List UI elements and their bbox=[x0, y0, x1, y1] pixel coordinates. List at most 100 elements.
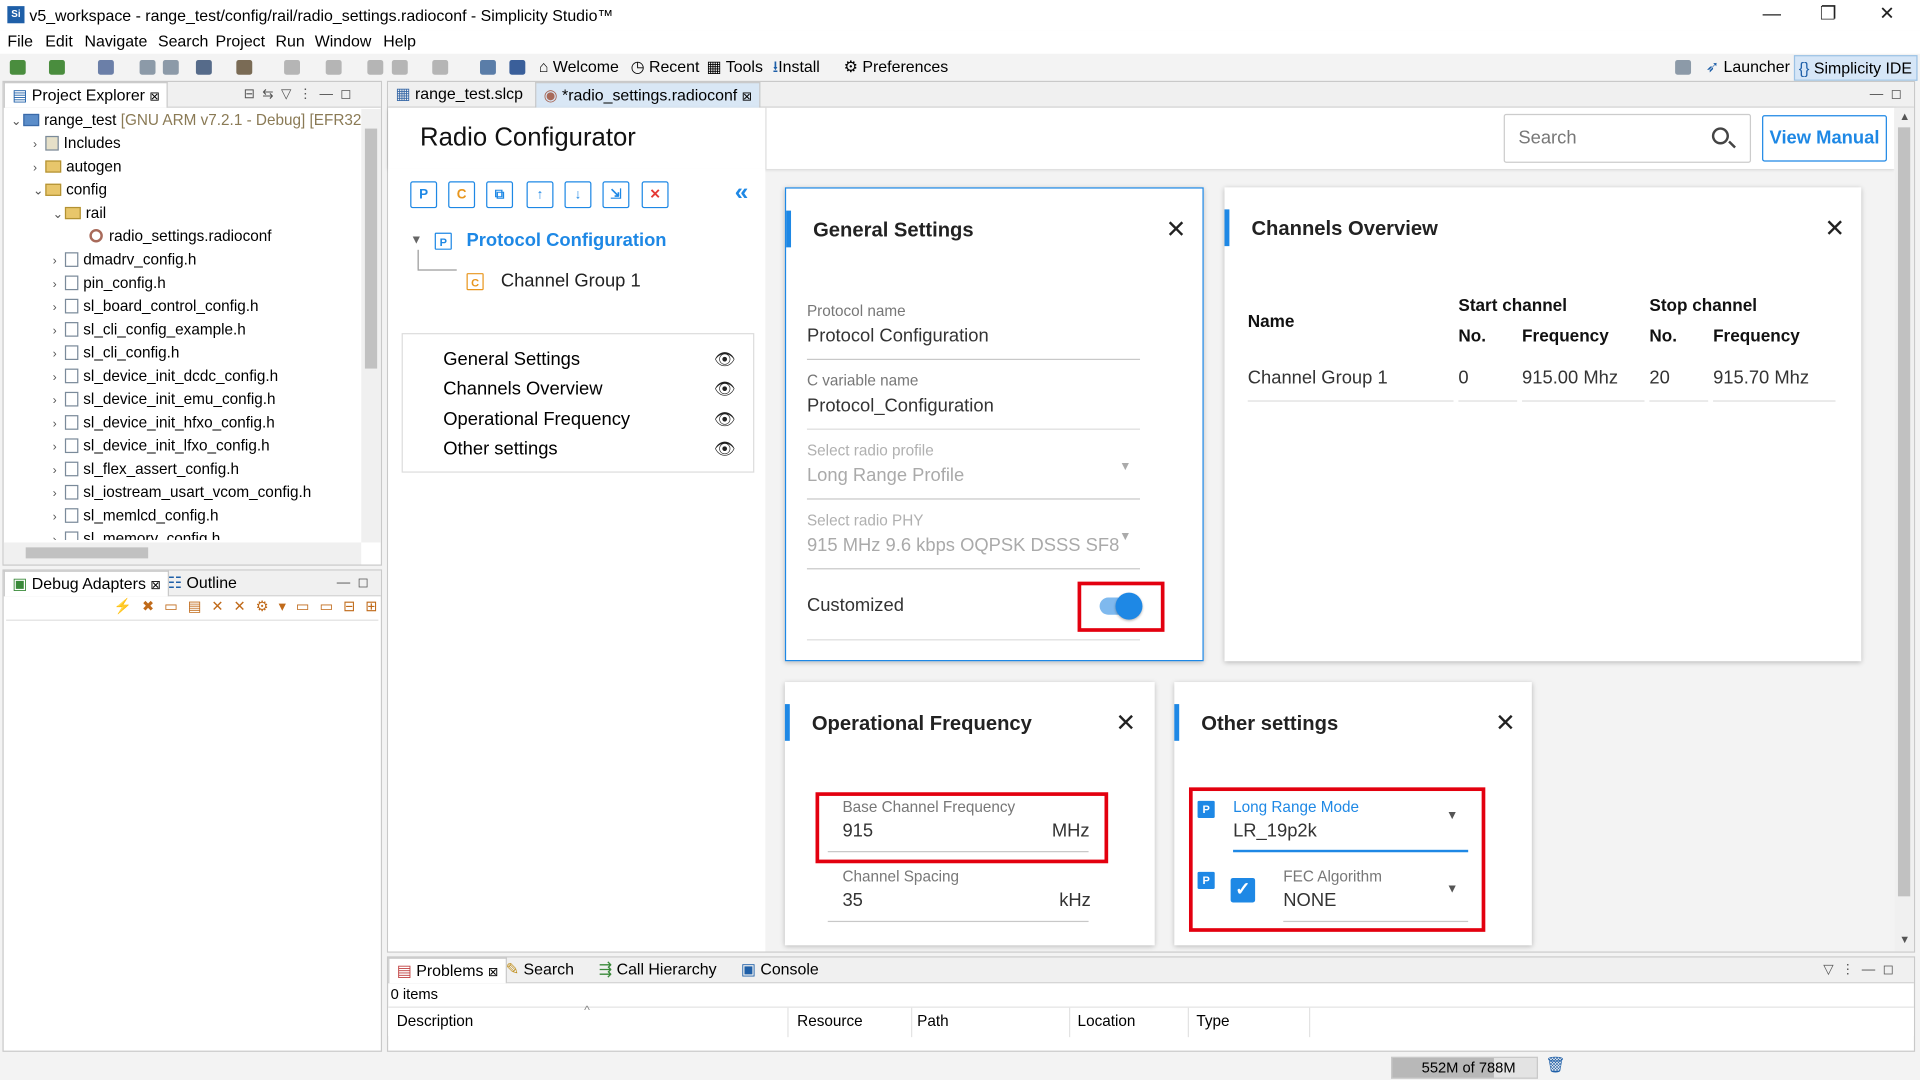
next-annotation-icon[interactable] bbox=[284, 60, 301, 75]
tree-item-radioconf[interactable]: radio_settings.radioconf bbox=[89, 225, 272, 248]
debug-adapters-tab[interactable]: ▣ Debug Adapters ⊠ bbox=[3, 570, 170, 597]
chevron-down-icon[interactable]: ⌄ bbox=[33, 180, 45, 203]
channel-spacing-input[interactable]: 35 bbox=[842, 890, 862, 911]
menu-run[interactable]: Run bbox=[276, 31, 305, 53]
move-down-button[interactable]: ↓ bbox=[564, 181, 592, 209]
chevron-right-icon[interactable]: › bbox=[33, 133, 45, 156]
console-tab[interactable]: ▣ Console bbox=[733, 958, 826, 984]
section-other-settings[interactable]: Other settings bbox=[443, 438, 557, 459]
close-icon[interactable]: ✕ bbox=[1116, 711, 1137, 735]
tree-item-file[interactable]: › sl_memlcd_config.h bbox=[53, 504, 219, 527]
chevron-right-icon[interactable]: › bbox=[53, 459, 65, 482]
tree-item-file[interactable]: › sl_cli_config.h bbox=[53, 342, 180, 365]
chevron-right-icon[interactable]: › bbox=[53, 506, 65, 529]
panel-min-max[interactable]: —◻ bbox=[337, 571, 376, 595]
restore-button[interactable]: ❐ bbox=[1800, 0, 1856, 31]
open-perspective-icon[interactable] bbox=[480, 60, 496, 75]
tree-item-file[interactable]: › sl_device_init_emu_config.h bbox=[53, 388, 276, 411]
col-resource[interactable]: Resource bbox=[797, 1007, 913, 1038]
recent-button[interactable]: ◷ Recent bbox=[631, 54, 700, 81]
chevron-down-icon[interactable]: ▼ bbox=[1446, 809, 1458, 822]
fec-checkbox[interactable]: ✓ bbox=[1230, 877, 1256, 903]
tree-item-file[interactable]: › sl_device_init_lfxo_config.h bbox=[53, 435, 270, 458]
close-icon[interactable]: ✕ bbox=[1825, 217, 1846, 241]
cvar-field[interactable]: Protocol_Configuration bbox=[807, 396, 994, 417]
move-up-button[interactable]: ↑ bbox=[526, 181, 554, 209]
view-manual-button[interactable]: View Manual bbox=[1762, 115, 1887, 162]
chevron-down-icon[interactable]: ⌄ bbox=[53, 203, 65, 226]
debug-run-icon[interactable] bbox=[195, 60, 212, 75]
eye-icon[interactable]: 👁 bbox=[714, 409, 736, 430]
tree-item-file[interactable]: › sl_cli_config_example.h bbox=[53, 318, 246, 341]
install-button[interactable]: ⭳Install bbox=[773, 54, 820, 81]
col-description[interactable]: Description bbox=[397, 1007, 789, 1038]
chevron-right-icon[interactable]: › bbox=[53, 296, 65, 319]
eye-icon[interactable]: 👁 bbox=[714, 438, 736, 459]
trash-icon[interactable]: 🗑 bbox=[1545, 1056, 1565, 1076]
scrollbar-thumb[interactable] bbox=[1897, 127, 1911, 897]
tree-horizontal-scrollbar[interactable] bbox=[3, 542, 362, 565]
tree-item-file[interactable]: › dmadrv_config.h bbox=[53, 249, 197, 272]
chevron-down-icon[interactable]: ⌄ bbox=[11, 110, 23, 133]
phy-select[interactable]: 915 MHz 9.6 kbps OQPSK DSSS SF8 bbox=[807, 535, 1119, 556]
open-perspective-right-icon[interactable] bbox=[1675, 60, 1692, 75]
section-operational-frequency[interactable]: Operational Frequency bbox=[443, 409, 630, 430]
chevron-right-icon[interactable]: › bbox=[33, 157, 45, 180]
outline-tab[interactable]: ☷ Outline bbox=[160, 571, 244, 597]
tab-range-test-slcp[interactable]: ▦ range_test.slcp bbox=[388, 82, 530, 108]
tree-item-file[interactable]: › sl_iostream_usart_vcom_config.h bbox=[53, 481, 312, 504]
tree-item-includes[interactable]: › Includes bbox=[33, 132, 121, 155]
scrollbar-thumb[interactable] bbox=[25, 547, 149, 559]
fec-algorithm-select[interactable]: NONE bbox=[1283, 890, 1336, 911]
customized-toggle[interactable] bbox=[1099, 592, 1143, 620]
delete-button[interactable]: ✕ bbox=[641, 181, 669, 209]
close-icon[interactable]: ✕ bbox=[1166, 218, 1187, 242]
collapse-panel-icon[interactable]: « bbox=[735, 179, 749, 207]
tree-item-rail[interactable]: ⌄ rail bbox=[53, 202, 106, 225]
chevron-right-icon[interactable]: › bbox=[53, 389, 65, 412]
protocol-name-field[interactable]: Protocol Configuration bbox=[807, 326, 989, 347]
call-hierarchy-tab[interactable]: ⇶ Call Hierarchy bbox=[591, 958, 723, 984]
debug-adapter-toolbar[interactable]: ⚡✖▭▤✕✕⚙▾▭▭⊟⊞ bbox=[114, 598, 388, 615]
last-edit-icon[interactable] bbox=[367, 60, 384, 75]
profile-select[interactable]: Long Range Profile bbox=[807, 465, 964, 486]
tree-item-file[interactable]: › sl_device_init_dcdc_config.h bbox=[53, 365, 278, 388]
tab-close-icon[interactable]: ⊠ bbox=[150, 579, 160, 592]
tree-item-file[interactable]: › sl_device_init_hfxo_config.h bbox=[53, 411, 275, 434]
close-window-button[interactable]: ✕ bbox=[1859, 0, 1915, 31]
chevron-right-icon[interactable]: › bbox=[53, 273, 65, 296]
chevron-right-icon[interactable]: › bbox=[53, 529, 65, 540]
scroll-down-icon[interactable]: ▼ bbox=[1899, 933, 1910, 945]
copy-button[interactable]: ⧉ bbox=[486, 181, 514, 209]
close-icon[interactable]: ✕ bbox=[1495, 711, 1516, 735]
tools-dropdown-icon[interactable] bbox=[236, 60, 253, 75]
explorer-view-actions[interactable]: ⊟⇆▽⋮—◻ bbox=[244, 82, 359, 106]
problems-view-actions[interactable]: ▽⋮—◻ bbox=[1823, 958, 1901, 982]
col-location[interactable]: Location bbox=[1078, 1007, 1189, 1038]
back-icon[interactable] bbox=[391, 60, 408, 75]
debug-icon[interactable] bbox=[48, 60, 65, 75]
menu-search[interactable]: Search bbox=[158, 31, 208, 53]
chevron-right-icon[interactable]: › bbox=[53, 436, 65, 459]
save-all-icon[interactable] bbox=[162, 60, 179, 75]
eye-icon[interactable]: 👁 bbox=[714, 378, 736, 399]
search-tab[interactable]: ✎ Search bbox=[498, 958, 581, 984]
save-icon[interactable] bbox=[139, 60, 156, 75]
menu-project[interactable]: Project bbox=[216, 31, 266, 53]
menu-edit[interactable]: Edit bbox=[45, 31, 72, 53]
chevron-right-icon[interactable]: › bbox=[53, 343, 65, 366]
forward-icon[interactable] bbox=[432, 60, 449, 75]
build-icon[interactable] bbox=[9, 60, 26, 75]
section-channels-overview[interactable]: Channels Overview bbox=[443, 378, 602, 399]
chevron-right-icon[interactable]: › bbox=[53, 320, 65, 343]
project-explorer-tab[interactable]: ▤ Project Explorer ⊠ bbox=[3, 82, 169, 108]
prev-annotation-icon[interactable] bbox=[325, 60, 342, 75]
tree-vertical-scrollbar[interactable] bbox=[361, 108, 381, 543]
tab-radio-settings[interactable]: ◉ *radio_settings.radioconf ⊠ bbox=[535, 82, 761, 108]
base-frequency-input[interactable]: 915 bbox=[842, 820, 873, 841]
add-protocol-button[interactable]: P bbox=[410, 181, 438, 209]
long-range-mode-select[interactable]: LR_19p2k bbox=[1233, 820, 1317, 841]
scrollbar-thumb[interactable] bbox=[364, 128, 378, 369]
welcome-button[interactable]: ⌂ Welcome bbox=[539, 54, 619, 81]
preferences-button[interactable]: ⚙ Preferences bbox=[844, 54, 949, 81]
